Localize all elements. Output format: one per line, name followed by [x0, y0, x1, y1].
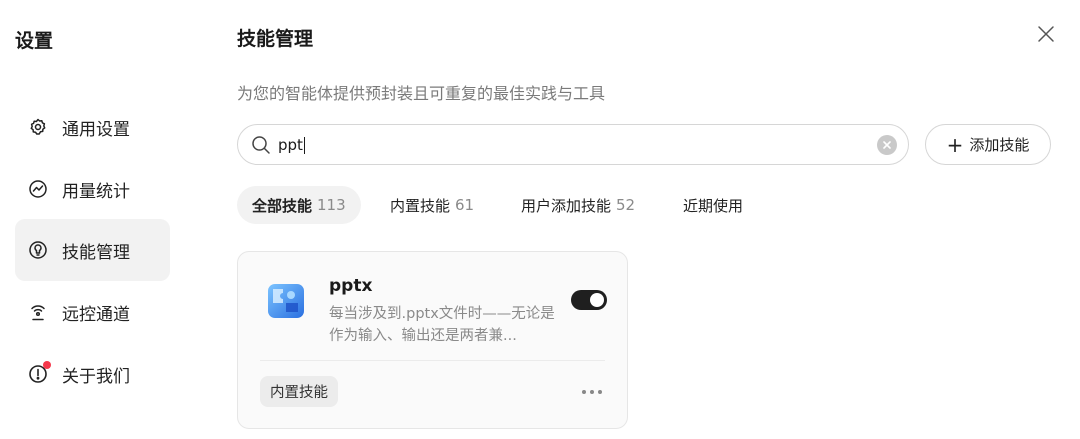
sidebar-item-skill-management[interactable]: 技能管理 — [15, 219, 170, 281]
sidebar-item-general-settings[interactable]: 通用设置 — [15, 96, 170, 158]
sidebar-item-label: 关于我们 — [62, 366, 130, 387]
skill-type-tag: 内置技能 — [260, 376, 338, 407]
tab-all-skills[interactable]: 全部技能 113 — [237, 186, 361, 224]
skill-description: 每当涉及到.pptx文件时——无论是作为输入、输出还是两者兼... — [329, 306, 555, 344]
sidebar-item-label: 用量统计 — [62, 181, 130, 202]
search-icon — [252, 135, 270, 154]
remote-signal-icon — [28, 302, 48, 322]
text-caret — [303, 136, 305, 154]
page-subtitle: 为您的智能体提供预封装且可重复的最佳实践与工具 — [237, 84, 606, 103]
sidebar-item-label: 技能管理 — [62, 242, 130, 263]
clear-icon — [883, 141, 891, 149]
tab-user-added-skills[interactable]: 用户添加技能 52 — [521, 186, 635, 224]
search-input[interactable]: ppt — [237, 124, 909, 165]
skill-card[interactable]: pptx 每当涉及到.pptx文件时——无论是作为输入、输出还是两者兼... 内… — [237, 251, 628, 429]
usage-chart-icon — [28, 179, 48, 199]
sidebar-item-about-us[interactable]: 关于我们 — [15, 343, 170, 405]
toggle-knob — [590, 293, 604, 307]
tab-builtin-skills[interactable]: 内置技能 61 — [390, 186, 474, 224]
sidebar-title: 设置 — [15, 30, 54, 52]
clear-search-button[interactable] — [877, 135, 897, 155]
more-options-button[interactable] — [580, 380, 604, 404]
add-skill-label: 添加技能 — [969, 136, 1030, 154]
sidebar-item-label: 远控通道 — [62, 304, 130, 325]
search-value[interactable]: ppt — [278, 136, 305, 154]
tab-label: 近期使用 — [683, 196, 744, 215]
tab-recent[interactable]: 近期使用 — [683, 186, 743, 224]
sidebar-item-remote-channel[interactable]: 远控通道 — [15, 281, 170, 343]
tab-count: 52 — [616, 196, 636, 214]
tab-count: 113 — [317, 196, 346, 214]
tab-label: 全部技能 — [252, 196, 313, 215]
more-icon — [582, 390, 602, 394]
tab-label: 用户添加技能 — [521, 196, 612, 215]
tab-label: 内置技能 — [390, 196, 451, 215]
skill-name: pptx — [329, 276, 373, 296]
notification-badge — [43, 361, 51, 369]
gear-icon — [28, 117, 48, 137]
skill-icon — [28, 240, 48, 260]
sidebar-item-label: 通用设置 — [62, 119, 130, 140]
close-icon — [1038, 26, 1054, 42]
tab-count: 61 — [455, 196, 475, 214]
add-skill-button[interactable]: + 添加技能 — [925, 124, 1051, 165]
page-title: 技能管理 — [237, 28, 314, 50]
puzzle-icon — [268, 284, 304, 318]
card-divider — [260, 360, 605, 361]
info-icon — [28, 361, 51, 384]
skill-enable-toggle[interactable] — [571, 290, 607, 310]
plus-icon: + — [946, 132, 964, 157]
close-button[interactable] — [1034, 22, 1058, 46]
sidebar-item-usage-stats[interactable]: 用量统计 — [15, 158, 170, 220]
